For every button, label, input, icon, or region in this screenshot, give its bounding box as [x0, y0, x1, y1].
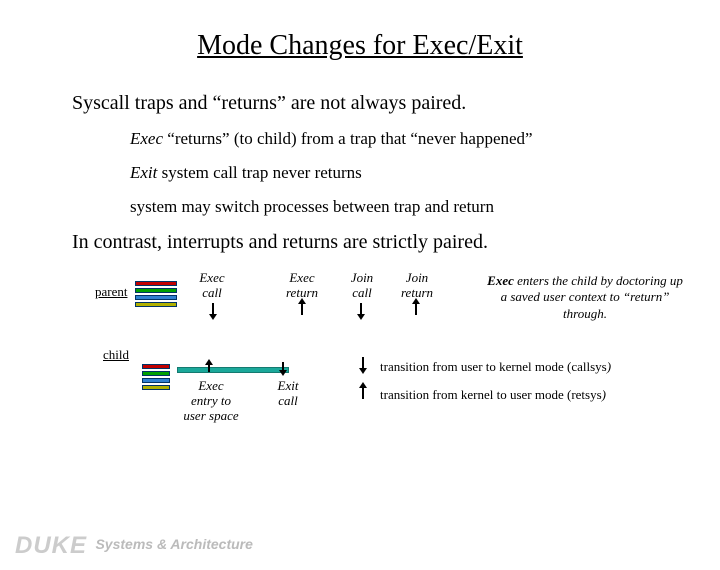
exec-entry-label: Exec entry to user space: [178, 379, 244, 424]
exec-call-label: Exec call: [192, 271, 232, 301]
side-note: Exec enters the child by doctoring up a …: [485, 273, 685, 322]
exit-call-label: Exit call: [268, 379, 308, 409]
exec-return-label: Exec return: [280, 271, 324, 301]
parent-bars: [135, 281, 177, 309]
exit-keyword: Exit: [130, 163, 157, 182]
side-note-rest: enters the child by doctoring up a saved…: [501, 273, 683, 321]
slide-title: Mode Changes for Exec/Exit: [0, 30, 720, 62]
body-line-2: In contrast, interrupts and returns are …: [72, 231, 670, 254]
join-call-arrow: [360, 303, 362, 315]
child-timeline: [177, 367, 289, 373]
body-line-1: Syscall traps and “returns” are not alwa…: [72, 92, 670, 115]
parent-label: parent: [95, 284, 127, 300]
exec-keyword: Exec: [130, 129, 163, 148]
legend-down-arrow: [362, 357, 364, 369]
legend-callsys: transition from user to kernel mode (cal…: [380, 359, 611, 375]
footer-duke: DUKE: [15, 532, 87, 559]
indent-line-2-rest: system call trap never returns: [157, 163, 361, 182]
child-label: child: [103, 347, 129, 363]
indent-line-2: Exit system call trap never returns: [130, 163, 670, 183]
indent-line-1: Exec “returns” (to child) from a trap th…: [130, 129, 670, 149]
exec-call-arrow: [212, 303, 214, 315]
child-exit-arrow: [282, 362, 284, 371]
legend-up-arrow: [362, 387, 364, 399]
indent-line-1-rest: “returns” (to child) from a trap that “n…: [163, 129, 533, 148]
child-tick-entry: [208, 364, 210, 372]
exec-return-arrow: [301, 303, 303, 315]
join-return-arrow: [415, 303, 417, 315]
side-note-exec: Exec: [487, 273, 514, 288]
indent-line-3: system may switch processes between trap…: [130, 197, 670, 217]
footer: DUKE Systems & Architecture: [15, 532, 253, 560]
join-call-label: Join call: [343, 271, 381, 301]
child-bars: [142, 364, 170, 392]
join-return-label: Join return: [395, 271, 439, 301]
footer-sys: Systems & Architecture: [95, 536, 252, 552]
diagram-area: parent child Exec call Exec return Join …: [0, 279, 720, 429]
legend-retsys: transition from kernel to user mode (ret…: [380, 387, 606, 403]
